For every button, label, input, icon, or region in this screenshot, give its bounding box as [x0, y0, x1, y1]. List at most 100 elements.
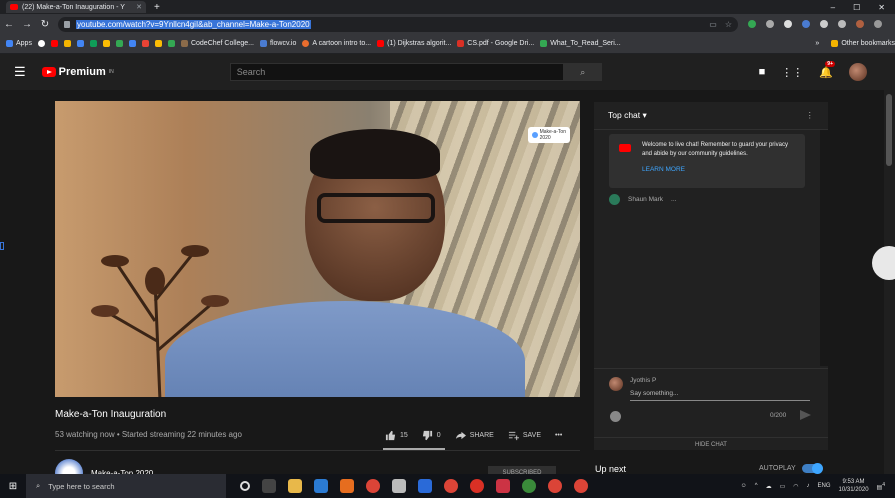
keep-icon [102, 40, 110, 47]
wifi-icon[interactable]: ◠ [793, 483, 798, 490]
taskbar-search-input[interactable]: ⌕ Type here to search [26, 474, 226, 498]
cast-icon[interactable]: ▭ [709, 20, 717, 29]
avatar[interactable] [849, 63, 867, 81]
puzzle-icon[interactable] [820, 20, 828, 28]
maximize-button[interactable]: ☐ [853, 3, 860, 12]
chrome-icon[interactable] [366, 479, 380, 493]
menu-dots-icon[interactable] [874, 20, 882, 28]
app-icon[interactable] [470, 479, 484, 493]
chrome-icon[interactable] [574, 479, 588, 493]
flowcv-icon [260, 40, 268, 47]
chrome-icon[interactable] [548, 479, 562, 493]
forward-arrow-icon[interactable]: → [18, 19, 36, 30]
share-button[interactable]: SHARE [455, 430, 494, 441]
autoplay-toggle[interactable] [801, 463, 823, 474]
new-tab-button[interactable]: + [154, 2, 160, 13]
like-button[interactable]: 15 [385, 430, 408, 441]
app-icon[interactable] [522, 479, 536, 493]
bookmark-cartoon-intro[interactable]: A cartoon intro to... [302, 40, 371, 47]
vscode-icon[interactable] [314, 479, 328, 493]
bookmark-item[interactable] [154, 40, 162, 47]
file-explorer-icon[interactable] [288, 479, 302, 493]
chat-scrollbar[interactable] [820, 130, 828, 366]
action-center-icon[interactable]: ▤4 [877, 482, 885, 491]
bookmark-item[interactable] [63, 40, 71, 47]
bookmark-star-icon[interactable]: ☆ [725, 20, 732, 29]
battery-icon[interactable]: ▭ [780, 483, 786, 490]
extension-icon[interactable] [766, 20, 774, 28]
bookmark-docs[interactable] [76, 40, 84, 47]
url-text[interactable]: youtube.com/watch?v=9Ynllcn4giI&ab_chann… [76, 19, 311, 29]
top-chat-dropdown[interactable]: Top chat ▾ [608, 110, 647, 121]
figma-icon[interactable] [392, 479, 406, 493]
profile-avatar[interactable] [856, 20, 864, 28]
scrollbar-thumb[interactable] [886, 94, 892, 166]
hide-chat-button[interactable]: HIDE CHAT [594, 437, 828, 453]
reload-icon[interactable]: ↻ [36, 19, 54, 30]
send-icon[interactable] [800, 410, 811, 420]
bookmark-youtube[interactable] [50, 40, 58, 47]
youtube-play-icon [41, 67, 56, 77]
search-button[interactable]: ⌕ [563, 63, 602, 81]
back-arrow-icon[interactable]: ← [0, 19, 18, 30]
video-frame-glasses [317, 193, 435, 223]
task-view-icon[interactable] [262, 479, 276, 493]
language-indicator[interactable]: ENG [818, 483, 831, 489]
extension-icon[interactable] [748, 20, 756, 28]
extension-icon[interactable] [784, 20, 792, 28]
browser-tab[interactable]: (22) Make-a-Ton Inauguration - Y ✕ [6, 1, 146, 13]
extension-icon[interactable] [802, 20, 810, 28]
bookmark-gmail[interactable] [141, 40, 149, 47]
people-icon[interactable]: ☺ [741, 483, 747, 489]
bookmark-github[interactable] [37, 40, 45, 47]
sublime-icon[interactable] [340, 479, 354, 493]
chat-input[interactable]: Say something... [630, 390, 810, 401]
other-bookmarks[interactable]: Other bookmarks [831, 40, 895, 47]
bookmarks-more[interactable]: » [815, 40, 825, 47]
cortana-icon[interactable] [240, 481, 250, 491]
tab-close-icon[interactable]: ✕ [136, 3, 142, 11]
bookmark-favicon-icon [154, 40, 162, 47]
emoji-icon[interactable] [610, 411, 621, 422]
bookmark-keep[interactable] [102, 40, 110, 47]
onedrive-icon[interactable]: ☁ [766, 483, 772, 490]
chevron-up-icon[interactable]: ^ [755, 483, 758, 489]
volume-icon[interactable]: ♪ [807, 483, 810, 489]
notifications-bell-icon[interactable]: 🔔 9+ [819, 60, 835, 79]
side-panel-handle[interactable] [872, 246, 895, 280]
chat-author[interactable]: Shaun Mark [628, 196, 663, 203]
chrome-icon[interactable] [444, 479, 458, 493]
bookmark-item[interactable] [167, 40, 175, 47]
youtube-premium-logo[interactable]: Premium IN [41, 66, 114, 78]
more-actions-button[interactable]: ••• [555, 432, 562, 439]
app-icon[interactable] [496, 479, 510, 493]
bookmark-item[interactable] [115, 40, 123, 47]
create-video-icon[interactable]: ■ [759, 66, 766, 78]
word-icon[interactable] [418, 479, 432, 493]
learn-more-link[interactable]: LEARN MORE [642, 165, 797, 174]
reading-list-icon[interactable] [838, 20, 846, 28]
url-bar[interactable]: youtube.com/watch?v=9Ynllcn4giI&ab_chann… [58, 16, 738, 32]
bookmark-cs-pdf[interactable]: CS.pdf - Google Dri... [457, 40, 534, 47]
bookmark-flowcv[interactable]: flowcv.io [260, 40, 296, 47]
taskbar-clock[interactable]: 9:53 AM 10/31/2020 [839, 478, 869, 494]
system-tray: ☺ ^ ☁ ▭ ◠ ♪ ENG 9:53 AM 10/31/2020 ▤4 [741, 478, 895, 494]
drive-icon [540, 40, 548, 47]
chat-menu-icon[interactable]: ⋮ [806, 110, 815, 121]
bookmark-sheets[interactable] [89, 40, 97, 47]
hamburger-menu-icon[interactable]: ☰ [14, 64, 26, 80]
search-input[interactable]: Search [229, 63, 564, 81]
bookmark-apps[interactable]: Apps [6, 40, 32, 47]
bookmark-codechef[interactable]: CodeChef College... [180, 40, 254, 47]
save-button[interactable]: SAVE [508, 430, 541, 441]
apps-grid-icon[interactable]: ⋮⋮ [781, 66, 803, 79]
bookmark-item[interactable] [128, 40, 136, 47]
bookmark-dijkstras[interactable]: (1) Dijkstras algorit... [377, 40, 451, 47]
video-player[interactable]: Make-a-Ton 2020 [55, 101, 580, 397]
close-window-button[interactable]: ✕ [878, 3, 885, 12]
bookmark-what-to-read[interactable]: What_To_Read_Seri... [540, 40, 621, 47]
windows-start-icon[interactable]: ⊞ [0, 481, 26, 492]
minimize-button[interactable]: – [831, 3, 835, 12]
page-scrollbar[interactable] [884, 90, 895, 474]
dislike-button[interactable]: 0 [422, 430, 441, 441]
